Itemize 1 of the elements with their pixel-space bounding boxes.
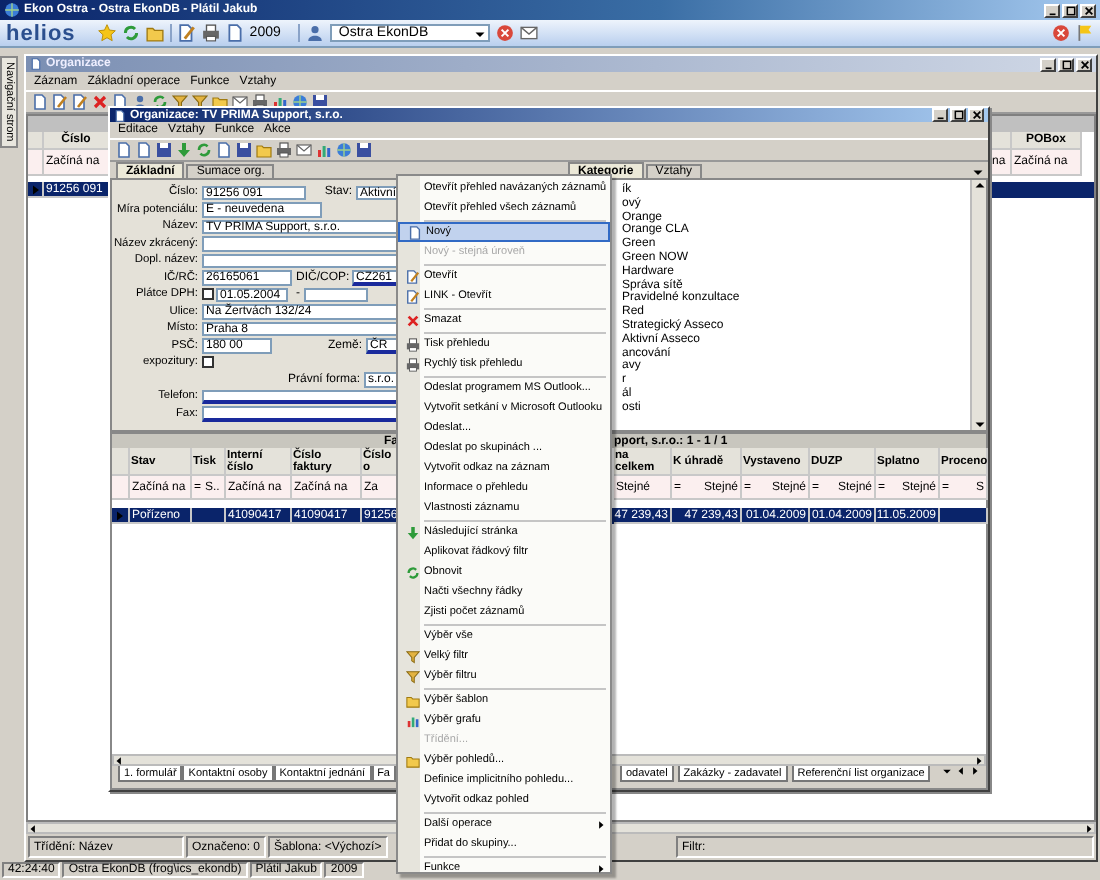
logo: helios [6, 21, 76, 45]
